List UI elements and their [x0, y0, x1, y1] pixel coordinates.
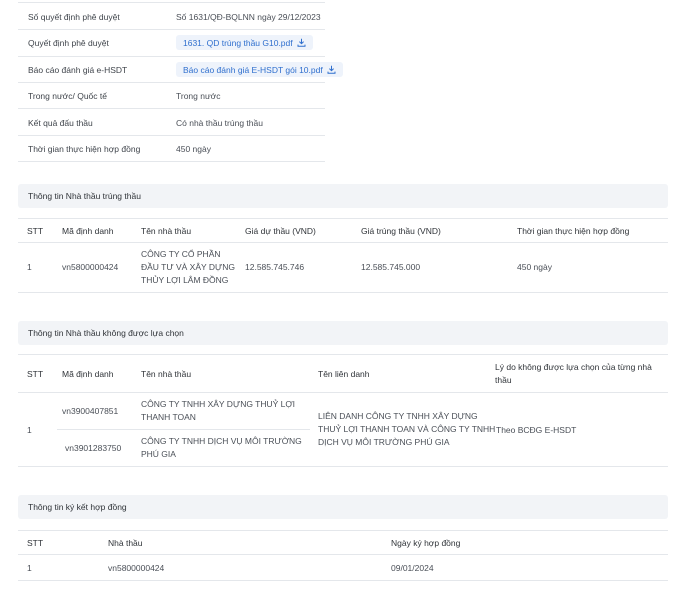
divider	[18, 2, 325, 3]
cell-bid-price: 12.585.745.746	[245, 262, 305, 272]
table-border	[18, 466, 668, 467]
col-header-stt: STT	[27, 538, 44, 548]
divider	[18, 108, 325, 109]
info-label-approval-decision: Quyết định phê duyệt	[28, 38, 109, 48]
cell-stt: 1	[27, 425, 32, 435]
table-border	[18, 242, 668, 243]
cell-consortium-line-1: LIÊN DANH CÔNG TY TNHH XÂY DỰNG	[318, 411, 478, 421]
file-name: Báo cáo đánh giá E-HSDT gói 10.pdf	[183, 65, 323, 75]
info-label-contract-duration: Thời gian thực hiện hợp đồng	[28, 144, 141, 154]
info-label-result: Kết quả đấu thầu	[28, 118, 93, 128]
info-label-evaluation-report: Báo cáo đánh giá e-HSDT	[28, 65, 128, 75]
cell-reason: Theo BCĐG E-HSDT	[496, 425, 577, 435]
info-value-domestic-international: Trong nước	[176, 91, 221, 101]
cell-member-name-line-2: THANH TOAN	[141, 412, 196, 422]
col-header-id: Mã định danh	[62, 369, 114, 379]
info-label-domestic-international: Trong nước/ Quốc tế	[28, 91, 107, 101]
table-border	[18, 292, 668, 293]
info-value-result: Có nhà thầu trúng thầu	[176, 118, 263, 128]
col-header-consortium: Tên liên danh	[318, 369, 370, 379]
winner-section-title: Thông tin Nhà thầu trúng thầu	[18, 184, 668, 208]
table-border	[18, 218, 668, 219]
cell-consortium-line-2: THUỶ LỢI THANH TOAN VÀ CÔNG TY TNHH	[318, 424, 496, 434]
table-border	[18, 354, 668, 355]
cell-member-name-line-2: PHÚ GIA	[141, 449, 176, 459]
col-header-name: Tên nhà thầu	[141, 226, 192, 236]
divider	[18, 56, 325, 57]
col-header-reason-line-2: thầu	[495, 375, 512, 385]
col-header-contractor: Nhà thầu	[108, 538, 143, 548]
col-header-name: Tên nhà thầu	[141, 369, 192, 379]
divider	[18, 135, 325, 136]
rejected-section-title: Thông tin Nhà thầu không được lựa chọn	[18, 321, 668, 345]
file-name: 1631. QD trúng thầu G10.pdf	[183, 38, 293, 48]
col-header-duration: Thời gian thực hiện hợp đồng	[517, 226, 630, 236]
cell-name-line-1: CÔNG TY CỔ PHẦN	[141, 249, 221, 259]
info-value-contract-duration: 450 ngày	[176, 144, 211, 154]
approval-decision-file-link[interactable]: 1631. QD trúng thầu G10.pdf	[176, 35, 313, 50]
download-icon[interactable]	[327, 65, 336, 76]
cell-member-name-line-1: CÔNG TY TNHH XÂY DỰNG THUỶ LỢI	[141, 399, 296, 409]
col-header-stt: STT	[27, 226, 44, 236]
info-label-decision-number: Số quyết định phê duyệt	[28, 12, 120, 22]
table-border	[18, 530, 668, 531]
cell-consortium-line-3: DỊCH VỤ MÔI TRƯỜNG PHÚ GIA	[318, 437, 450, 447]
contract-section-title: Thông tin ký kết hợp đồng	[18, 495, 668, 519]
divider	[18, 161, 325, 162]
cell-id: vn5800000424	[62, 262, 119, 272]
cell-sign-date: 09/01/2024	[391, 563, 434, 573]
cell-member-name-line-1: CÔNG TY TNHH DỊCH VỤ MÔI TRƯỜNG	[141, 436, 302, 446]
cell-contractor: vn5800000424	[108, 563, 165, 573]
table-border	[18, 392, 668, 393]
divider	[18, 29, 325, 30]
col-header-bid-price: Giá dự thầu (VND)	[245, 226, 316, 236]
cell-duration: 450 ngày	[517, 262, 552, 272]
download-icon[interactable]	[297, 38, 306, 49]
table-border	[18, 580, 668, 581]
cell-stt: 1	[27, 262, 32, 272]
cell-win-price: 12.585.745.000	[361, 262, 421, 272]
col-header-reason-line-1: Lý do không được lựa chọn của từng nhà	[495, 362, 652, 372]
cell-member-id: vn3900407851	[62, 406, 119, 416]
cell-stt: 1	[27, 563, 32, 573]
col-header-id: Mã định danh	[62, 226, 114, 236]
col-header-stt: STT	[27, 369, 44, 379]
info-value-decision-number: Số 1631/QĐ-BQLNN ngày 29/12/2023	[176, 12, 321, 22]
member-divider	[57, 429, 310, 430]
divider	[18, 82, 325, 83]
cell-member-id: vn3901283750	[65, 443, 122, 453]
col-header-win-price: Giá trúng thầu (VND)	[361, 226, 441, 236]
evaluation-report-file-link[interactable]: Báo cáo đánh giá E-HSDT gói 10.pdf	[176, 62, 343, 77]
table-border	[18, 554, 668, 555]
col-header-sign-date: Ngày ký hợp đồng	[391, 538, 461, 548]
cell-name-line-2: ĐẦU TƯ VÀ XÂY DỰNG	[141, 262, 236, 272]
cell-name-line-3: THỦY LỢI LÂM ĐỒNG	[141, 275, 229, 285]
